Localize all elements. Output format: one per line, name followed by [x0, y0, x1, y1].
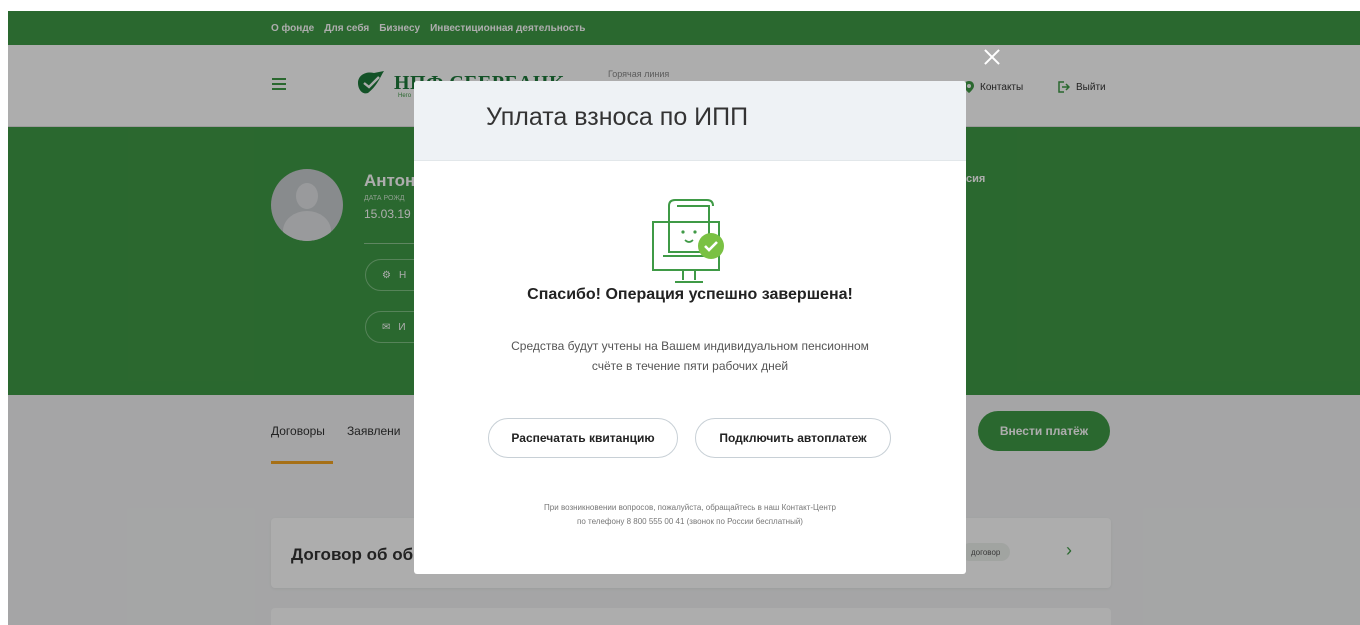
background-page: О фонде Для себя Бизнесу Инвестиционная … [8, 11, 1360, 625]
modal-header: Уплата взноса по ИПП [414, 81, 966, 161]
info-message-line2: счёте в течение пяти рабочих дней [591, 359, 789, 373]
print-receipt-button[interactable]: Распечатать квитанцию [488, 418, 678, 458]
enable-autopay-button[interactable]: Подключить автоплатеж [695, 418, 891, 458]
close-icon[interactable] [982, 47, 1002, 67]
info-message: Средства будут учтены на Вашем индивидуа… [484, 336, 896, 376]
info-message-line1: Средства будут учтены на Вашем индивидуа… [511, 339, 869, 353]
success-monitor-icon [652, 199, 724, 283]
payment-success-modal: Уплата взноса по ИПП Спасибо! Операция у… [414, 81, 966, 574]
success-message: Спасибо! Операция успешно завершена! [527, 286, 853, 303]
contact-note-line1: При возникновении вопросов, пожалуйста, … [544, 503, 836, 512]
contact-center-note: При возникновении вопросов, пожалуйста, … [474, 501, 906, 529]
contact-note-line2: по телефону 8 800 555 00 41 (звонок по Р… [577, 517, 803, 526]
page: О фонде Для себя Бизнесу Инвестиционная … [0, 0, 1360, 625]
modal-title: Уплата взноса по ИПП [486, 103, 749, 131]
